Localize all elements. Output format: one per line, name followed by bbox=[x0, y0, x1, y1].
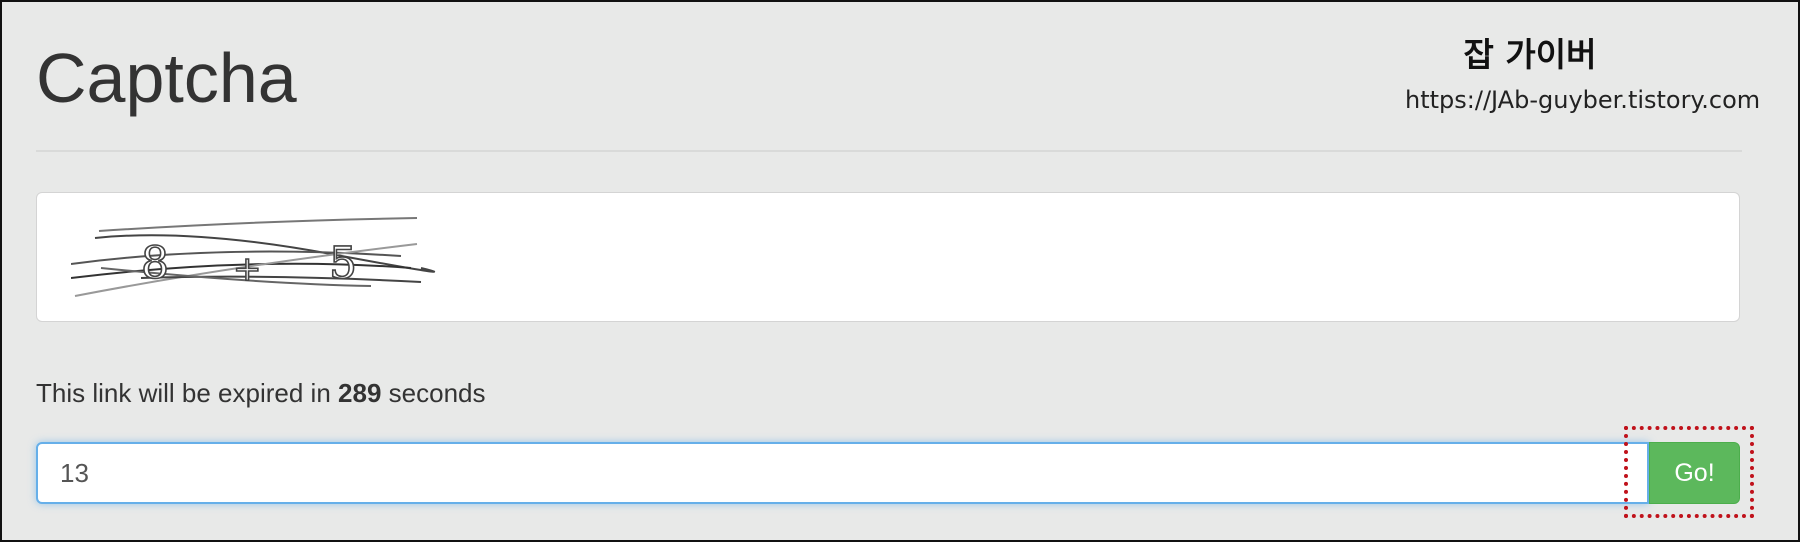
captcha-left-operand: 8 bbox=[141, 238, 169, 289]
noise-line bbox=[140, 275, 422, 283]
answer-input-group: Go! bbox=[36, 442, 1740, 504]
header-divider bbox=[36, 150, 1742, 152]
captcha-panel: 8 + 5 bbox=[36, 192, 1740, 322]
expiry-seconds: 289 bbox=[338, 378, 382, 408]
expiry-suffix: seconds bbox=[388, 378, 486, 408]
expiry-prefix: This link will be expired in bbox=[36, 378, 331, 408]
captcha-right-operand: 5 bbox=[329, 238, 357, 289]
watermark-url: https://JAb-guyber.tistory.com bbox=[1405, 86, 1761, 114]
expiry-notice: This link will be expired in 289 seconds bbox=[36, 378, 486, 409]
captcha-operator: + bbox=[233, 249, 262, 289]
watermark-name: 잡 가이버 bbox=[1463, 35, 1597, 74]
page-title: Captcha bbox=[36, 39, 297, 117]
captcha-answer-input[interactable] bbox=[36, 442, 1649, 504]
noise-line bbox=[98, 217, 418, 232]
go-button[interactable]: Go! bbox=[1649, 442, 1740, 504]
captcha-image: 8 + 5 bbox=[71, 217, 435, 297]
